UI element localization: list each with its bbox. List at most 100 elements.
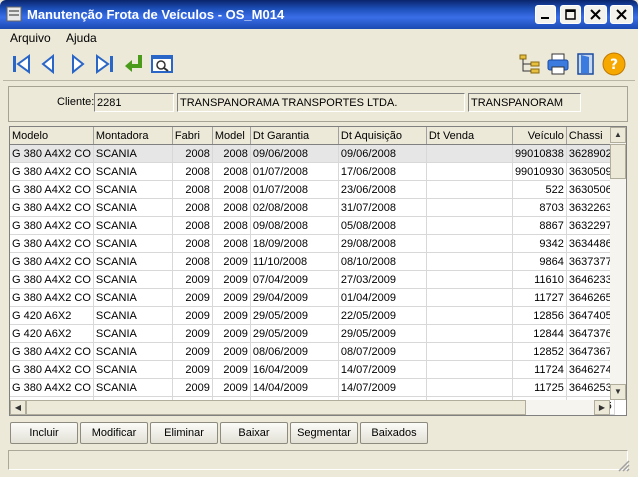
- column-header-6[interactable]: Dt Venda: [426, 127, 513, 145]
- incluir-button[interactable]: Incluir: [10, 422, 78, 444]
- menu-ajuda[interactable]: Ajuda: [62, 29, 101, 47]
- column-header-8[interactable]: Chassi: [566, 127, 615, 145]
- return-arrow-icon[interactable]: [121, 51, 147, 77]
- table-cell: 2009: [212, 378, 251, 397]
- menu-arquivo[interactable]: Arquivo: [6, 29, 55, 47]
- next-record-icon[interactable]: [65, 51, 91, 77]
- table-cell: 27/03/2009: [338, 270, 427, 289]
- title-bar[interactable]: Manutenção Frota de Veículos - OS_M014: [0, 0, 638, 29]
- tree-icon[interactable]: [517, 51, 543, 77]
- table-cell: 2009: [172, 288, 213, 307]
- table-row[interactable]: G 380 A4X2 CO SCANIA 2008 2008 01/07/2008 23/…: [10, 180, 615, 199]
- modificar-button[interactable]: Modificar: [80, 422, 148, 444]
- table-cell: 2008: [212, 234, 251, 253]
- column-header-1[interactable]: Montadora: [93, 127, 173, 145]
- table-row[interactable]: G 380 A4X2 CO SCANIA 2008 2008 18/09/2008 29/…: [10, 234, 615, 253]
- search-window-icon[interactable]: [149, 51, 175, 77]
- table-cell: 3628902: [566, 144, 615, 163]
- table-cell: 01/07/2008: [250, 180, 339, 199]
- table-row[interactable]: G 380 A4X2 CO SCANIA 2008 2008 01/07/2008 17/…: [10, 162, 615, 181]
- printer-icon[interactable]: [545, 51, 571, 77]
- table-row[interactable]: G 420 A6X2 SCANIA 2009 2009 29/05/2009 29/05/…: [10, 324, 615, 343]
- exit-door-icon[interactable]: [573, 51, 599, 77]
- last-record-icon[interactable]: [92, 51, 118, 77]
- table-row[interactable]: G 380 A4X2 CO SCANIA 2009 2009 29/04/2009 01/…: [10, 288, 615, 307]
- scroll-up-arrow-icon[interactable]: ▲: [610, 127, 626, 143]
- maximize-button[interactable]: [560, 5, 581, 24]
- table-cell: 09/08/2008: [250, 216, 339, 235]
- column-header-5[interactable]: Dt Aquisição: [338, 127, 427, 145]
- vertical-scrollbar[interactable]: ▲ ▼: [610, 127, 626, 400]
- table-cell: 3632297: [566, 216, 615, 235]
- table-cell: [426, 306, 513, 325]
- table-row[interactable]: G 380 A4X2 CO SCANIA 2009 2009 08/06/2009 08/…: [10, 342, 615, 361]
- table-cell: 29/05/2009: [338, 324, 427, 343]
- table-cell: 3646253: [566, 378, 615, 397]
- table-row[interactable]: G 420 A6X2 SCANIA 2009 2009 29/05/2009 22/05/…: [10, 306, 615, 325]
- table-cell: 2008: [212, 198, 251, 217]
- table-cell: 2008: [172, 162, 213, 181]
- segmentar-button[interactable]: Segmentar: [290, 422, 358, 444]
- table-row[interactable]: G 380 A4X2 CO SCANIA 2009 2009 16/04/2009 14/…: [10, 360, 615, 379]
- table-cell: 2009: [172, 324, 213, 343]
- table-cell: 2008: [212, 162, 251, 181]
- column-header-0[interactable]: Modelo: [10, 127, 94, 145]
- table-cell: 99010838: [512, 144, 567, 163]
- table-cell: 3647367: [566, 342, 615, 361]
- table-cell: 09/06/2008: [338, 144, 427, 163]
- table-cell: 2008: [212, 216, 251, 235]
- table-row[interactable]: G 380 A4X2 CO SCANIA 2009 2009 07/04/2009 27/…: [10, 270, 615, 289]
- help-icon[interactable]: ?: [601, 51, 627, 77]
- table-cell: 08/06/2009: [250, 342, 339, 361]
- resize-grip-icon[interactable]: [616, 458, 630, 472]
- cliente-short-name-field[interactable]: TRANSPANORAM: [468, 93, 581, 112]
- table-cell: 14/07/2009: [338, 360, 427, 379]
- prev-record-icon[interactable]: [36, 51, 62, 77]
- table-cell: [426, 234, 513, 253]
- table-row[interactable]: G 380 A4X2 CO SCANIA 2008 2008 09/06/2008 09/…: [10, 144, 615, 163]
- help-window-button[interactable]: [584, 5, 607, 24]
- column-header-3[interactable]: Model: [212, 127, 251, 145]
- horizontal-scrollbar[interactable]: ◀ ▶: [10, 400, 610, 415]
- table-cell: 3646265: [566, 288, 615, 307]
- eliminar-button[interactable]: Eliminar: [150, 422, 218, 444]
- table-cell: SCANIA: [93, 252, 173, 271]
- table-cell: SCANIA: [93, 162, 173, 181]
- table-cell: SCANIA: [93, 360, 173, 379]
- menu-bar: Arquivo Ajuda: [0, 29, 638, 47]
- scroll-right-arrow-icon[interactable]: ▶: [594, 400, 610, 415]
- column-header-2[interactable]: Fabri: [172, 127, 213, 145]
- table-cell: 2008: [172, 180, 213, 199]
- table-cell: 29/04/2009: [250, 288, 339, 307]
- close-icon: [616, 9, 627, 20]
- vehicle-grid[interactable]: Modelo Montadora Fabri Model Dt Garantia Dt A…: [9, 126, 627, 416]
- table-cell: G 380 A4X2 CO: [10, 180, 94, 199]
- column-header-4[interactable]: Dt Garantia: [250, 127, 339, 145]
- cliente-code-field[interactable]: 2281: [94, 93, 174, 112]
- vertical-scroll-thumb[interactable]: [610, 144, 626, 179]
- table-row[interactable]: G 380 A4X2 CO SCANIA 2008 2009 11/10/2008 08/…: [10, 252, 615, 271]
- status-bar: [8, 450, 628, 470]
- scroll-down-arrow-icon[interactable]: ▼: [610, 384, 626, 400]
- scroll-left-arrow-icon[interactable]: ◀: [10, 400, 26, 415]
- table-row[interactable]: G 380 A4X2 CO SCANIA 2008 2008 02/08/2008 31/…: [10, 198, 615, 217]
- minimize-button[interactable]: [535, 5, 556, 24]
- table-row[interactable]: G 380 A4X2 CO SCANIA 2008 2008 09/08/2008 05/…: [10, 216, 615, 235]
- cliente-name-field[interactable]: TRANSPANORAMA TRANSPORTES LTDA.: [177, 93, 465, 112]
- table-cell: 3647405: [566, 306, 615, 325]
- baixar-button[interactable]: Baixar: [220, 422, 288, 444]
- table-cell: G 380 A4X2 CO: [10, 144, 94, 163]
- table-row[interactable]: G 380 A4X2 CO SCANIA 2009 2009 14/04/2009 14/…: [10, 378, 615, 397]
- table-cell: 2009: [172, 360, 213, 379]
- toolbar: ?: [3, 47, 635, 81]
- baixados-button[interactable]: Baixados: [360, 422, 428, 444]
- column-header-7[interactable]: Veículo: [512, 127, 567, 145]
- table-cell: 2008: [172, 144, 213, 163]
- first-record-icon[interactable]: [9, 51, 35, 77]
- table-cell: 05/08/2008: [338, 216, 427, 235]
- close-button[interactable]: [610, 5, 633, 24]
- table-cell: G 380 A4X2 CO: [10, 360, 94, 379]
- vehicle-table: Modelo Montadora Fabri Model Dt Garantia Dt A…: [10, 127, 615, 415]
- table-cell: 22/05/2009: [338, 306, 427, 325]
- horizontal-scroll-thumb[interactable]: [26, 400, 526, 415]
